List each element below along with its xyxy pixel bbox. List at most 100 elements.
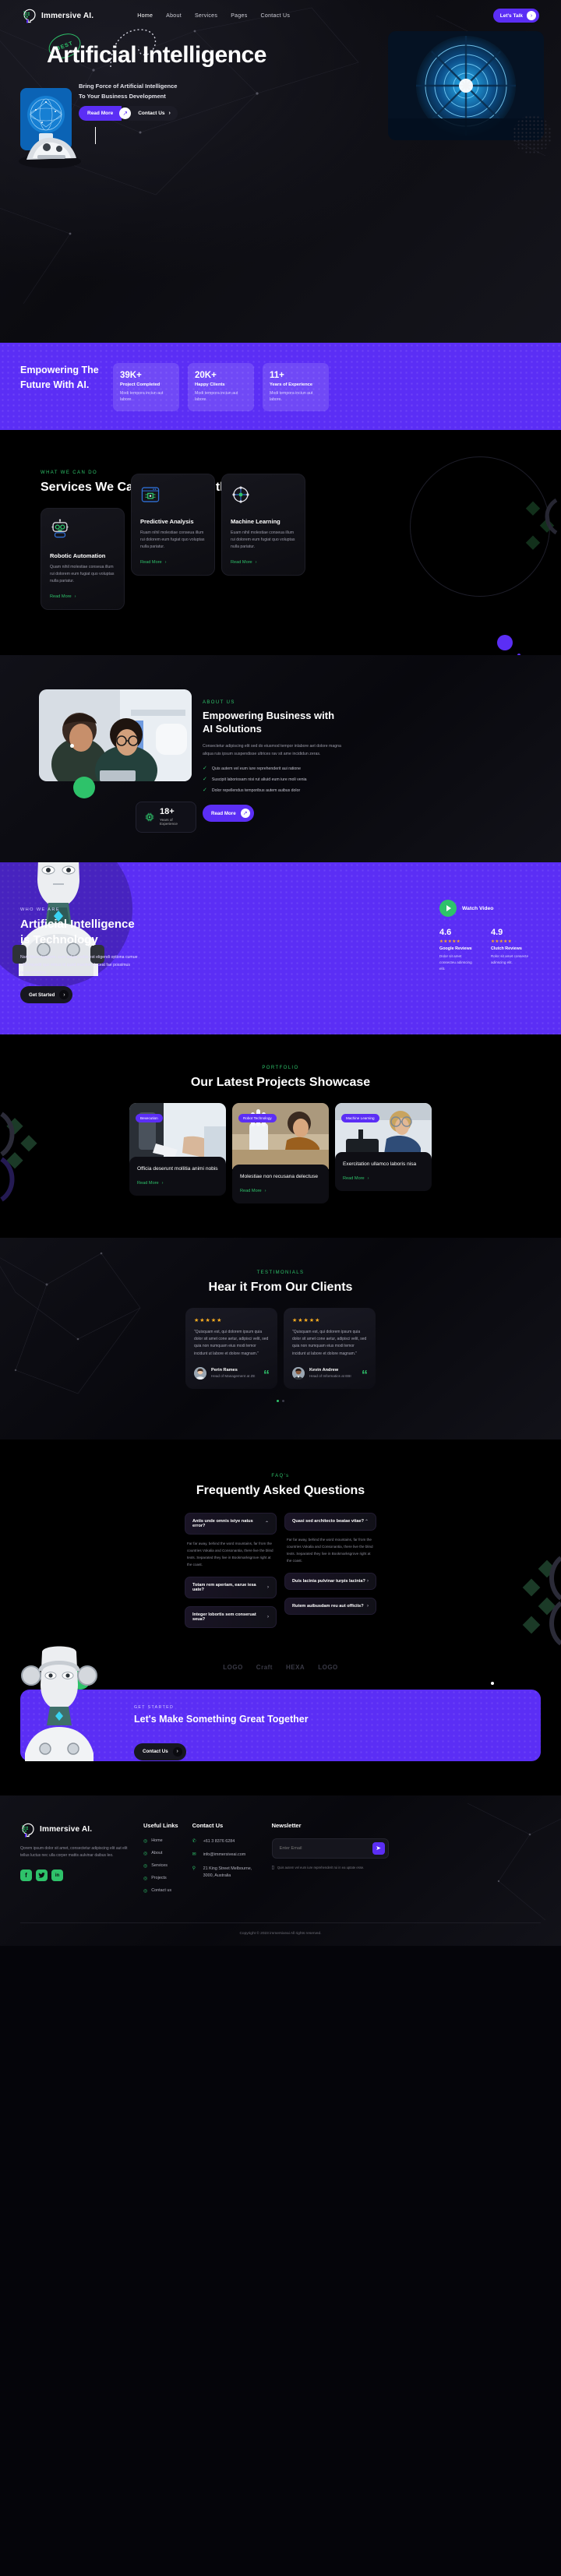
portfolio-cards: Bexecution Officia deserunt mollitia ani… [0,1103,561,1203]
about-content: ABOUT US Empowering Business with AI Sol… [203,689,341,823]
white-dot-decoration [491,1681,494,1685]
who-we-are-section: WHO WE ARE Artificial Intelligence is Te… [0,862,561,1035]
stat-number: 11+ [270,371,284,380]
faq-item-open[interactable]: Quasi sed architecto beatae vitae? ⌃ [284,1512,376,1531]
portfolio-read-more-link[interactable]: Read More › [240,1189,321,1193]
faq-item-collapsed[interactable]: Duis lacinia pulvinar turpis lacinia? › [284,1572,376,1590]
cta-contact-us-button[interactable]: Contact Us › [134,1743,186,1760]
faq-item-collapsed[interactable]: Totam rem aperiam, earue iesa uate? › [185,1576,277,1598]
page-root: Immersive AI. Home About Services Pages … [0,0,561,1946]
check-circle-icon: ✓ [203,788,207,794]
chevron-right-icon: › [59,990,69,1000]
nav-link-pages[interactable]: Pages [231,13,247,19]
portfolio-body: Officia deserunt mollitia animi nobis Re… [129,1157,226,1196]
arrow-up-right-icon: ↗ [240,809,250,819]
hero-section: Immersive AI. Home About Services Pages … [0,0,561,343]
nav-link-contact-us[interactable]: Contact Us [261,13,291,19]
chevron-right-icon[interactable]: › [267,1585,269,1590]
hero-subtitle-line2: To Your Business Development [79,93,166,100]
who-ratings-panel: Watch Video 4.6 ★★★★★ Google Reviews Dol… [439,893,541,1003]
who-title: Artificial Intelligence is Technology [20,918,135,946]
service-desc: Quam nihil molestiae conseua illum rui d… [50,564,115,583]
stats-band: Empowering The Future With AI. 39K+ Proj… [0,343,561,430]
cta-robot-image [19,1644,100,1761]
read-more-label: Read More [50,594,72,599]
service-read-more-link[interactable]: Read More › [231,560,296,565]
about-section: 18+ Years of Experience ABOUT US Empower… [0,654,561,863]
about-bullet-text: Dolor repellendus temporibus autem auibu… [211,788,301,793]
portfolio-card-1[interactable]: Bexecution Officia deserunt mollitia ani… [129,1103,226,1203]
brand-logo-group[interactable]: Immersive AI. [22,8,94,23]
faq-item-collapsed[interactable]: Integer lobortis sem conseruat seua? › [185,1605,277,1628]
quote-icon: “ [362,1368,368,1382]
nav-link-home[interactable]: Home [137,13,153,19]
client-logo-1: LOGO [223,1663,243,1671]
cta-box: GET STARTED Let's Make Something Great T… [20,1646,541,1761]
text-cursor [95,127,96,144]
faq-eyebrow: FAQ's [271,1473,290,1478]
play-icon[interactable] [439,900,457,918]
faq-item-open[interactable]: Antis unde omnis istye natus error? ⌃ [185,1512,277,1535]
watch-video-label: Watch Video [462,905,494,911]
service-card-robotic-automation[interactable]: Robotic Automation Quam nihil molestiae … [41,507,125,610]
portfolio-card-title: Exercitation ullamco laboris nisa [343,1161,417,1168]
about-bullet-text: Quis autem vel eum iure reprehenderit au… [211,766,302,771]
main-navigation: Immersive AI. Home About Services Pages … [0,0,561,23]
testimonial-stars: ★★★★★ [194,1317,223,1323]
service-name: Predictive Analysis [140,517,194,525]
hero-contact-us-button[interactable]: Contact Us › [129,106,178,121]
about-bullet-text: Suscipit laboriosam nisi rut aliuid eum … [211,777,307,782]
portfolio-read-more-link[interactable]: Read More › [343,1176,424,1181]
avatar [194,1366,206,1380]
service-card-machine-learning[interactable]: Machine Learning Euam nihil molestiae co… [221,473,305,576]
chevron-right-icon[interactable]: › [267,1615,269,1619]
portfolio-read-more-link[interactable]: Read More › [137,1181,218,1186]
rating-desc: Rolor sit amet consecte adinscing elit. [491,954,528,965]
portfolio-card-2[interactable]: Robot Technology Molestiae non recusana … [232,1103,329,1203]
chevron-right-icon: › [74,594,76,599]
portfolio-card-3[interactable]: Machine Learning Exercitation ullamco la… [335,1103,432,1203]
nav-link-about[interactable]: About [166,13,182,19]
read-more-label: Read More [240,1188,262,1193]
site-footer: Immersive AI. Qorem ipsum dolor sit amet… [0,1795,561,1946]
faq-question: Duis lacinia pulvinar turpis lacinia? [292,1578,365,1584]
stat-card-projects: 39K+ Project Completed Modi tempora inci… [113,363,179,411]
stat-number: 39K+ [120,371,142,380]
nav-link-services[interactable]: Services [195,13,217,19]
arrow-right-icon: › [527,11,536,20]
chevron-pattern-decoration [0,1112,37,1202]
read-more-label: Read More [343,1175,365,1181]
get-started-label: Get Started [29,992,55,998]
rating-score: 4.9 [491,928,503,938]
white-dot-decoration [70,743,74,748]
chevron-right-icon: › [367,1175,369,1181]
chevron-right-icon: › [264,1188,266,1193]
testimonial-role: Head of Informatics at EBI [309,1374,351,1379]
get-started-button[interactable]: Get Started › [20,986,73,1004]
dots-circle-decoration [513,115,552,154]
client-logo-2: Craft [256,1663,273,1671]
rating-google: 4.6 ★★★★★ Google Reviews Dolor sit amet … [439,928,478,971]
service-read-more-link[interactable]: Read More › [50,594,115,599]
brand-name: Immersive AI. [41,11,94,20]
chevron-right-icon[interactable]: › [367,1579,369,1584]
hero-read-more-button[interactable]: Read More [79,106,122,121]
watch-video-button[interactable]: Watch Video [439,900,541,918]
stat-card-experience: 11+ Years of Experience Modi tempora inc… [263,363,329,411]
experience-number: 18+ [160,806,175,816]
testimonials-section: TESTIMONIALS Hear it From Our Clients ★★… [0,1237,561,1440]
stat-desc: Modi tempora inciun aut labore. [120,391,164,403]
chevron-up-icon[interactable]: ⌃ [365,1519,369,1524]
about-read-more-button[interactable]: Read More ↗ [203,805,254,823]
service-read-more-link[interactable]: Read More › [140,560,206,565]
hero-contact-us-label: Contact Us [138,111,165,116]
check-circle-icon: ✓ [203,766,207,772]
rating-name: Google Reviews [439,946,472,952]
chevron-right-icon[interactable]: › [367,1604,369,1609]
service-card-predictive-analysis[interactable]: Predictive Analysis Ruam nihil molestiae… [131,473,215,576]
lets-talk-button[interactable]: Let's Talk › [492,9,539,23]
faq-answer: Far far away, behind the word mountains,… [187,1541,273,1566]
chevron-up-icon[interactable]: ⌃ [265,1521,269,1526]
lets-talk-label: Let's Talk [499,12,523,19]
faq-item-collapsed[interactable]: Rutem auibusdam reu aut officiis? › [284,1597,376,1615]
